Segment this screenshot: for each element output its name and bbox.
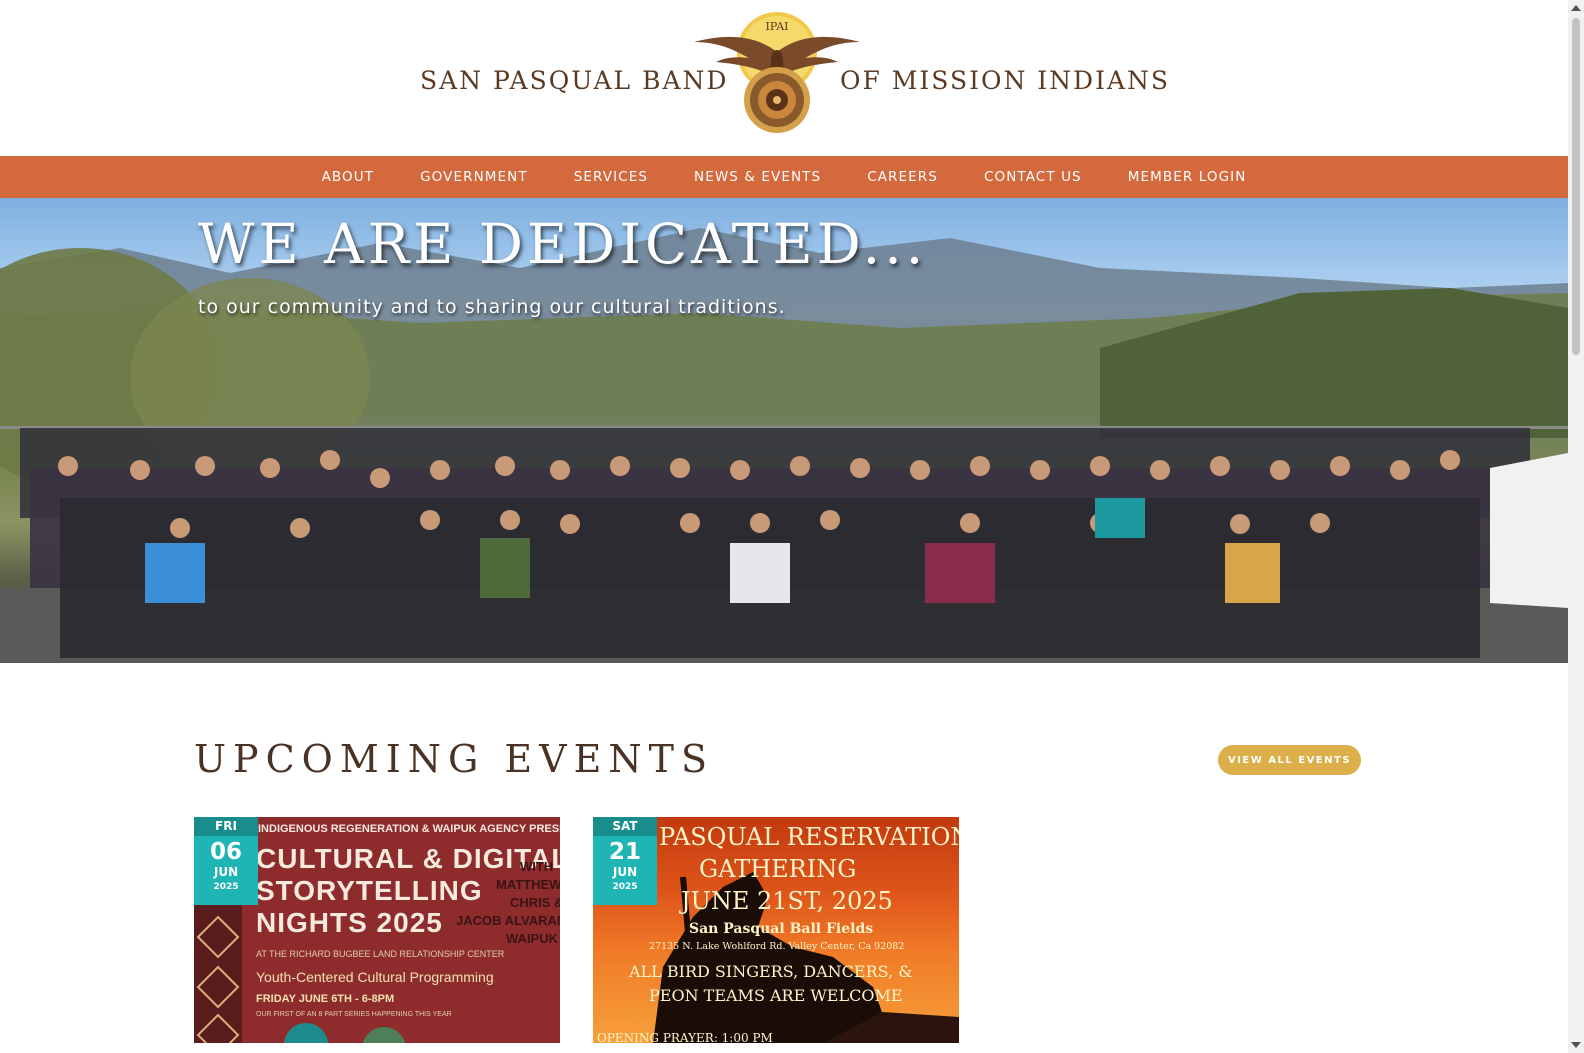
poster-line-4: ALL BIRD SINGERS, DANCERS, & bbox=[629, 962, 913, 981]
hero-subtitle: to our community and to sharing our cult… bbox=[198, 296, 786, 318]
poster-address: 27135 N. Lake Wohlford Rd. Valley Center… bbox=[649, 941, 905, 952]
poster-venue: AT THE RICHARD BUGBEE LAND RELATIONSHIP … bbox=[256, 949, 505, 959]
nav-member-login[interactable]: MEMBER LOGIN bbox=[1105, 169, 1270, 185]
nav-services[interactable]: SERVICES bbox=[551, 169, 671, 185]
nav-government[interactable]: GOVERNMENT bbox=[397, 169, 551, 185]
poster-line-6: OPENING PRAYER: 1:00 PM bbox=[597, 1031, 773, 1043]
event-date-badge: FRI 06 JUN 2025 bbox=[194, 817, 258, 905]
scroll-down-arrow-icon[interactable] bbox=[1571, 1042, 1581, 1048]
event-day: 06 bbox=[209, 839, 242, 865]
event-day: 21 bbox=[608, 839, 641, 865]
events-heading: UPCOMING EVENTS bbox=[194, 737, 714, 781]
tribal-seal-logo[interactable]: IPAI bbox=[694, 12, 860, 142]
poster-program: Youth-Centered Cultural Programming bbox=[256, 969, 494, 985]
poster-line-5: PEON TEAMS ARE WELCOME bbox=[649, 986, 903, 1005]
poster-headline-2: STORYTELLING bbox=[256, 875, 483, 906]
poster-name-1: MATTHEW bbox=[496, 877, 560, 892]
poster-headline-2: GATHERING bbox=[699, 855, 857, 883]
nav-contact-us[interactable]: CONTACT US bbox=[961, 169, 1105, 185]
event-weekday: FRI bbox=[194, 817, 258, 836]
nav-about[interactable]: ABOUT bbox=[299, 169, 398, 185]
poster-presenter: INDIGENOUS REGENERATION & WAIPUK AGENCY … bbox=[258, 823, 560, 835]
poster-headline-1: CULTURAL & DIGITAL bbox=[256, 843, 560, 874]
hero-title: WE ARE DEDICATED... bbox=[198, 212, 928, 276]
event-year: 2025 bbox=[612, 882, 638, 892]
hero-banner: WE ARE DEDICATED... to our community and… bbox=[0, 198, 1568, 663]
event-year: 2025 bbox=[213, 882, 239, 892]
poster-name-4: WAIPUK bbox=[506, 931, 558, 946]
view-all-events-button[interactable]: VIEW ALL EVENTS bbox=[1218, 745, 1361, 775]
site-header: SAN PASQUAL BAND IPAI OF MISSION INDIANS bbox=[0, 0, 1568, 156]
poster-name-3: JACOB ALVARADO bbox=[456, 913, 560, 928]
event-date-badge: SAT 21 JUN 2025 bbox=[593, 817, 657, 905]
scrollbar-thumb[interactable] bbox=[1572, 18, 1580, 355]
seal-text: IPAI bbox=[765, 20, 788, 33]
event-month: JUN bbox=[213, 865, 239, 879]
event-month: JUN bbox=[612, 865, 638, 879]
nav-news-events[interactable]: NEWS & EVENTS bbox=[671, 169, 844, 185]
nav-careers[interactable]: CAREERS bbox=[844, 169, 961, 185]
page-scrollbar[interactable] bbox=[1568, 0, 1584, 1053]
poster-headline-3: NIGHTS 2025 bbox=[256, 907, 443, 938]
event-card[interactable]: PASQUAL RESERVATION GATHERING JUNE 21ST,… bbox=[593, 817, 959, 1043]
event-card[interactable]: INDIGENOUS REGENERATION & WAIPUK AGENCY … bbox=[194, 817, 560, 1043]
poster-with: WITH bbox=[520, 859, 554, 874]
scroll-up-arrow-icon[interactable] bbox=[1571, 5, 1581, 11]
poster-date: FRIDAY JUNE 6TH - 6-8PM bbox=[256, 993, 395, 1005]
main-nav: ABOUT GOVERNMENT SERVICES NEWS & EVENTS … bbox=[0, 156, 1568, 198]
event-weekday: SAT bbox=[593, 817, 657, 836]
brand-name-left[interactable]: SAN PASQUAL BAND bbox=[420, 66, 728, 95]
poster-headline-3: JUNE 21ST, 2025 bbox=[681, 887, 893, 915]
brand-name-right[interactable]: OF MISSION INDIANS bbox=[840, 66, 1170, 95]
poster-series: OUR FIRST OF AN 8 PART SERIES HAPPENING … bbox=[256, 1011, 452, 1018]
poster-name-2: CHRIS & bbox=[510, 895, 560, 910]
poster-headline-1: PASQUAL RESERVATION bbox=[659, 823, 959, 851]
poster-venue: San Pasqual Ball Fields bbox=[689, 921, 874, 937]
